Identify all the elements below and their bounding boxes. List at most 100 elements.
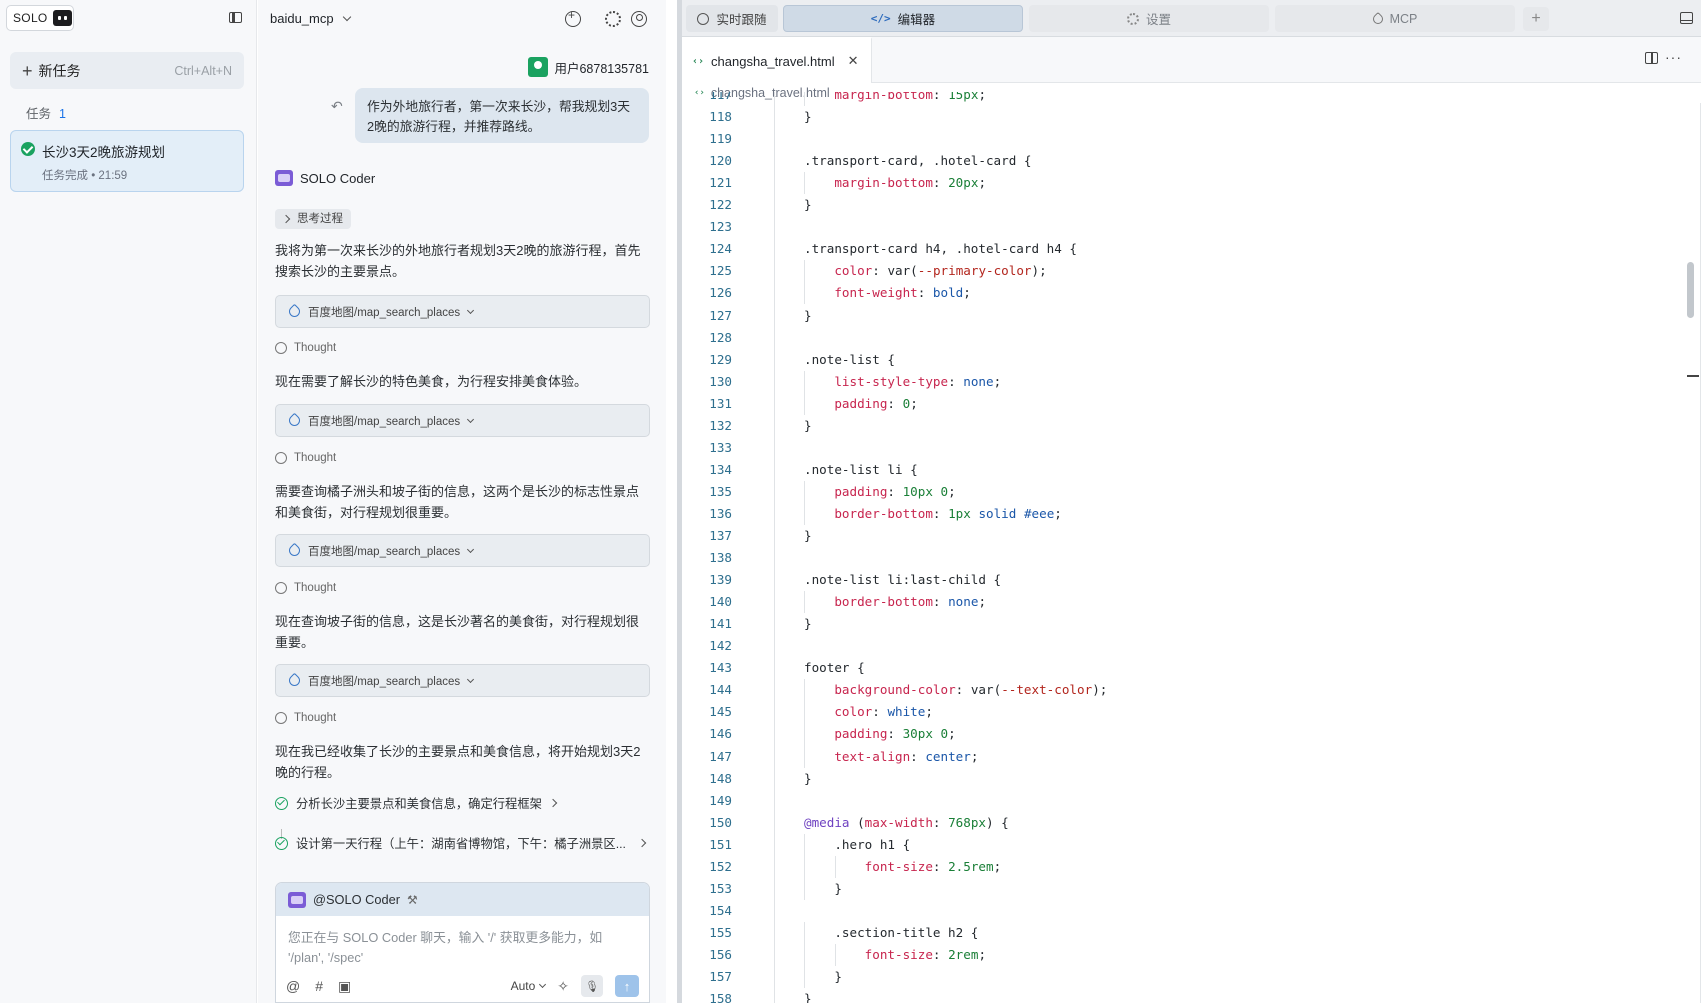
new-task-button[interactable]: + 新任务 Ctrl+Alt+N (10, 52, 244, 89)
code-text: } (804, 991, 812, 1003)
chat-input[interactable]: 您正在与 SOLO Coder 聊天，输入 '/' 获取更多能力，如 '/pla… (276, 916, 649, 968)
code-line[interactable]: 144 background-color: var(--text-color); (682, 679, 1677, 701)
tool-call-card[interactable]: 百度地图/map_search_places (275, 404, 650, 437)
code-line[interactable]: 156 font-size: 2rem; (682, 944, 1677, 966)
sparkle-icon[interactable]: ✧ (557, 978, 569, 995)
code-line[interactable]: 122} (682, 194, 1677, 216)
code-line[interactable]: 154 (682, 900, 1677, 922)
plus-icon: + (22, 60, 33, 81)
code-line[interactable]: 151 .hero h1 { (682, 834, 1677, 856)
more-icon[interactable]: ··· (1665, 49, 1682, 65)
code-line[interactable]: 153 } (682, 878, 1677, 900)
code-line[interactable]: 128 (682, 327, 1677, 349)
code-line[interactable]: 135 padding: 10px 0; (682, 481, 1677, 503)
mode-selector[interactable]: Auto (511, 979, 547, 993)
tab-settings[interactable]: 设置 (1029, 5, 1269, 32)
hash-icon[interactable]: # (315, 978, 323, 994)
code-line[interactable]: 125 color: var(--primary-color); (682, 260, 1677, 282)
code-line[interactable]: 118} (682, 106, 1677, 128)
mic-button[interactable]: 🎙 (581, 975, 603, 997)
add-tab-button[interactable]: + (1523, 7, 1549, 31)
code-text: } (804, 197, 812, 213)
code-line[interactable]: 140 border-bottom: none; (682, 591, 1677, 613)
tool-call-card[interactable]: 百度地图/map_search_places (275, 534, 650, 567)
indent-guide (834, 855, 836, 878)
close-icon[interactable]: ✕ (848, 53, 859, 69)
split-editor-icon[interactable] (1645, 52, 1658, 64)
code-line[interactable]: 150 @media (max-width: 768px) { (682, 812, 1677, 834)
code-line[interactable]: 121 margin-bottom: 20px; (682, 172, 1677, 194)
code-line[interactable]: 120 .transport-card, .hotel-card { (682, 150, 1677, 172)
chevron-down-icon (467, 306, 475, 314)
code-line[interactable]: 155 .section-title h2 { (682, 922, 1677, 944)
code-line[interactable]: 132} (682, 415, 1677, 437)
solo-logo[interactable]: SOLO (6, 5, 74, 31)
indent-guide (804, 260, 806, 305)
thought-row[interactable]: Thought (275, 712, 336, 724)
agent-header: SOLO Coder (275, 170, 375, 186)
mention-bar: @SOLO Coder ⚒ (276, 883, 649, 916)
code-line[interactable]: 138 (682, 547, 1677, 569)
indent-guide (804, 370, 806, 415)
code-line[interactable]: 127} (682, 305, 1677, 327)
code-text: } (804, 616, 812, 632)
code-line[interactable]: 146 padding: 30px 0; (682, 723, 1677, 745)
plan-step[interactable]: 设计第一天行程（上午：湖南省博物馆，下午：橘子洲景区... (275, 834, 661, 852)
line-number: 122 (709, 197, 732, 213)
chat-input-box[interactable]: @SOLO Coder ⚒ 您正在与 SOLO Coder 聊天，输入 '/' … (275, 882, 650, 1003)
code-line[interactable]: 117 margin-bottom: 15px; (682, 92, 1677, 106)
panel-toggle-icon[interactable] (1680, 12, 1693, 24)
thought-row[interactable]: Thought (275, 342, 336, 354)
project-selector[interactable]: baidu_mcp (270, 11, 351, 26)
indent-guide (804, 92, 806, 107)
image-icon[interactable]: ▣ (338, 978, 351, 995)
code-line[interactable]: 130 list-style-type: none; (682, 371, 1677, 393)
undo-icon[interactable]: ↶ (331, 98, 343, 115)
code-line[interactable]: 133 (682, 437, 1677, 459)
tab-label: 编辑器 (897, 13, 936, 27)
tab-live-follow[interactable]: 实时跟随 (686, 5, 778, 32)
code-line[interactable]: 134 .note-list li { (682, 459, 1677, 481)
code-line[interactable]: 158} (682, 988, 1677, 1003)
plan-step[interactable]: 分析长沙主要景点和美食信息，确定行程框架 (275, 794, 655, 812)
account-icon[interactable] (631, 11, 647, 27)
task-item[interactable]: 长沙3天2晚旅游规划 任务完成 • 21:59 (10, 130, 244, 192)
code-line[interactable]: 139 .note-list li:last-child { (682, 569, 1677, 591)
file-tab[interactable]: ‹› changsha_travel.html ✕ (682, 37, 872, 83)
thought-row[interactable]: Thought (275, 582, 336, 594)
code-line[interactable]: 142 (682, 635, 1677, 657)
code-line[interactable]: 149 (682, 790, 1677, 812)
at-mention-icon[interactable]: @ (286, 978, 300, 994)
sidebar-collapse-icon[interactable] (229, 12, 242, 23)
tool-call-card[interactable]: 百度地图/map_search_places (275, 295, 650, 328)
code-line[interactable]: 129 .note-list { (682, 349, 1677, 371)
code-line[interactable]: 145 color: white; (682, 701, 1677, 723)
code-line[interactable]: 147 text-align: center; (682, 746, 1677, 768)
code-line[interactable]: 124 .transport-card h4, .hotel-card h4 { (682, 238, 1677, 260)
tab-mcp[interactable]: MCP (1275, 5, 1515, 32)
code-line[interactable]: 152 font-size: 2.5rem; (682, 856, 1677, 878)
tool-call-card[interactable]: 百度地图/map_search_places (275, 664, 650, 697)
code-line[interactable]: 119 (682, 128, 1677, 150)
code-editor[interactable]: 117 margin-bottom: 15px; 118} 119 120 .trans… (682, 92, 1677, 1003)
indent-guide (804, 921, 806, 989)
gear-icon[interactable] (605, 11, 621, 27)
code-line[interactable]: 131 padding: 0; (682, 393, 1677, 415)
code-line[interactable]: 126 font-weight: bold; (682, 282, 1677, 304)
code-line[interactable]: 123 (682, 216, 1677, 238)
thinking-toggle[interactable]: 思考过程 (275, 209, 351, 229)
code-line[interactable]: 157 } (682, 966, 1677, 988)
line-number: 154 (709, 902, 732, 918)
send-button[interactable]: ↑ (615, 975, 639, 997)
tab-editor[interactable]: </> 编辑器 (783, 5, 1023, 32)
scrollbar-thumb[interactable] (1687, 262, 1694, 318)
thought-icon (275, 342, 287, 354)
code-line[interactable]: 143 footer { (682, 657, 1677, 679)
code-line[interactable]: 136 border-bottom: 1px solid #eee; (682, 503, 1677, 525)
code-line[interactable]: 141} (682, 613, 1677, 635)
code-line[interactable]: 137} (682, 525, 1677, 547)
code-line[interactable]: 148} (682, 768, 1677, 790)
new-chat-icon[interactable] (565, 8, 581, 27)
thought-row[interactable]: Thought (275, 452, 336, 464)
tasks-heading-label: 任务 (26, 107, 52, 121)
